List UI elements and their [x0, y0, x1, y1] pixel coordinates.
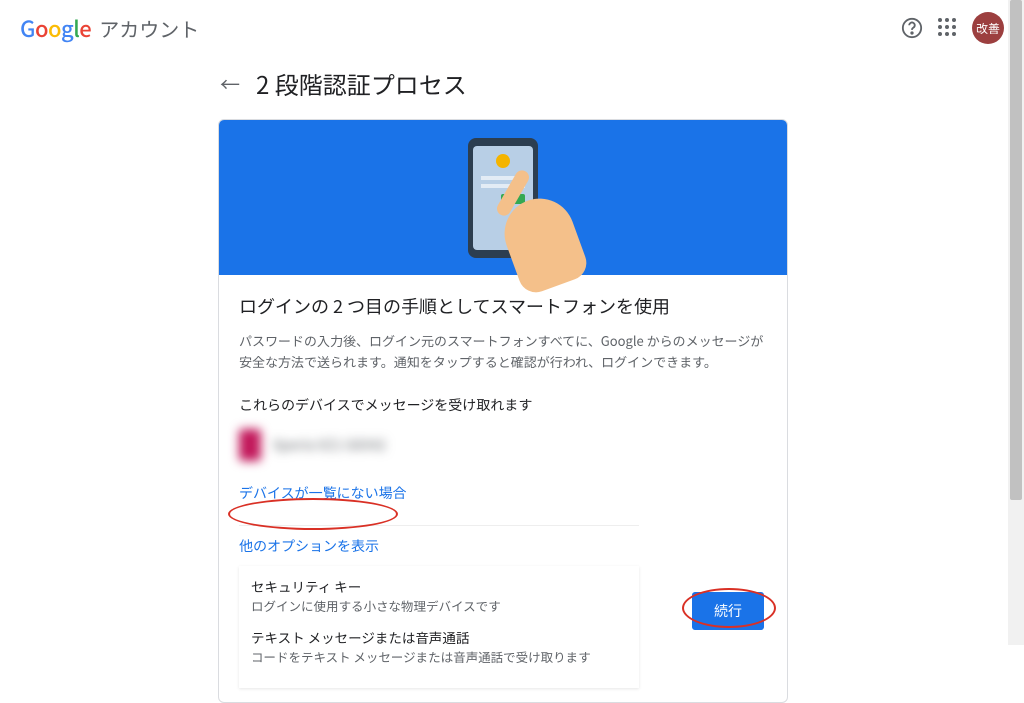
phone-icon	[239, 429, 261, 461]
page-title: 2 段階認証プロセス	[256, 66, 467, 101]
option-sms-voice[interactable]: テキスト メッセージまたは音声通話 コードをテキスト メッセージまたは音声通話で…	[251, 623, 639, 674]
scrollbar-track[interactable]	[1008, 0, 1024, 645]
device-item: Xperia XZ1 G8342	[239, 429, 767, 461]
apps-grid-icon[interactable]	[938, 18, 958, 38]
help-icon[interactable]	[900, 16, 924, 40]
app-header: Google アカウント 改善	[0, 0, 1024, 56]
option-security-key[interactable]: セキュリティ キー ログインに使用する小さな物理デバイスです	[251, 572, 639, 623]
card-content: ログインの 2 つ目の手順としてスマートフォンを使用 パスワードの入力後、ログイ…	[219, 275, 787, 702]
header-left: Google アカウント	[20, 12, 199, 44]
options-toggle[interactable]: 他のオプションを表示	[239, 526, 639, 566]
option-title: テキスト メッセージまたは音声通話	[251, 627, 639, 647]
back-arrow-icon[interactable]: ←	[220, 69, 240, 98]
option-desc: コードをテキスト メッセージまたは音声通話で受け取ります	[251, 647, 639, 666]
header-right: 改善	[900, 12, 1004, 44]
devices-label: これらのデバイスでメッセージを受け取れます	[239, 395, 767, 415]
option-title: セキュリティ キー	[251, 576, 639, 596]
section-description: パスワードの入力後、ログイン元のスマートフォンすべてに、Google からのメッ…	[239, 331, 767, 373]
device-name: Xperia XZ1 G8342	[273, 435, 386, 455]
option-desc: ログインに使用する小さな物理デバイスです	[251, 596, 639, 615]
avatar[interactable]: 改善	[972, 12, 1004, 44]
section-title: ログインの 2 つ目の手順としてスマートフォンを使用	[239, 293, 767, 319]
scrollbar-thumb[interactable]	[1010, 0, 1022, 500]
phone-illustration	[468, 138, 538, 258]
hero-illustration	[219, 120, 787, 275]
continue-button[interactable]: 続行	[692, 592, 764, 630]
options-list: セキュリティ キー ログインに使用する小さな物理デバイスです テキスト メッセー…	[239, 566, 639, 688]
google-logo[interactable]: Google	[20, 12, 91, 44]
device-not-listed-link[interactable]: デバイスが一覧にない場合	[239, 483, 407, 503]
options-dropdown: 他のオプションを表示 セキュリティ キー ログインに使用する小さな物理デバイスで…	[239, 525, 639, 688]
account-label: アカウント	[99, 14, 199, 43]
page-title-row: ← 2 段階認証プロセス	[0, 56, 1024, 119]
